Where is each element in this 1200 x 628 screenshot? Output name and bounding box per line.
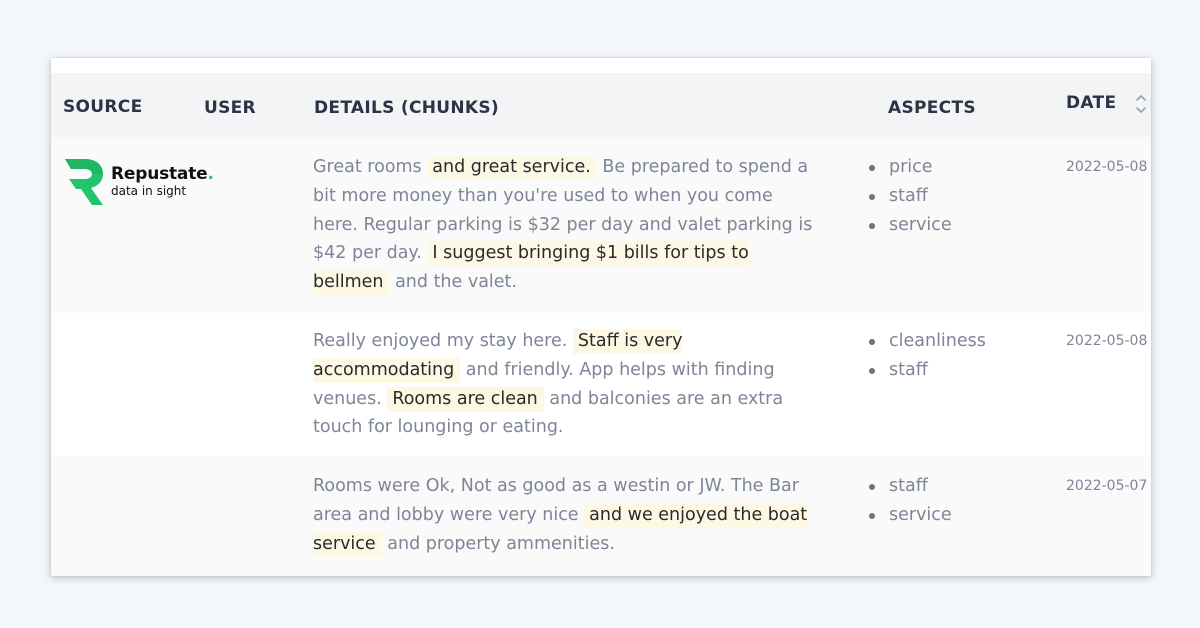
- aspect-item: service: [868, 211, 952, 240]
- review-details: Really enjoyed my stay here. Staff is ve…: [313, 327, 823, 442]
- aspect-item: price: [868, 153, 952, 182]
- table-header: SOURCE USER DETAILS (CHUNKS) ASPECTS DAT…: [51, 73, 1151, 137]
- table-row[interactable]: Rooms were Ok, Not as good as a westin o…: [51, 456, 1151, 576]
- aspect-item: staff: [868, 356, 986, 385]
- aspect-item: staff: [868, 182, 952, 211]
- review-details: Rooms were Ok, Not as good as a westin o…: [313, 472, 823, 558]
- aspects-list: price staff service: [868, 153, 952, 239]
- aspect-item: staff: [868, 472, 952, 501]
- source-logo-repustate: Repustate. data in sight: [63, 157, 214, 207]
- highlighted-chunk[interactable]: Rooms are clean: [387, 386, 544, 412]
- table-row[interactable]: Really enjoyed my stay here. Staff is ve…: [51, 313, 1151, 456]
- text-segment: and the valet.: [389, 272, 517, 293]
- logo-tagline: data in sight: [111, 183, 187, 198]
- repustate-logo-icon: [65, 159, 103, 205]
- review-details: Great rooms and great service. Be prepar…: [313, 153, 823, 297]
- column-header-date[interactable]: DATE: [1066, 93, 1116, 113]
- highlighted-chunk[interactable]: and great service.: [427, 155, 597, 180]
- aspect-item: service: [868, 501, 952, 530]
- reviews-table-card: SOURCE USER DETAILS (CHUNKS) ASPECTS DAT…: [51, 58, 1151, 576]
- text-segment: Really enjoyed my stay here.: [313, 331, 573, 351]
- sort-up-down-icon[interactable]: [1134, 91, 1148, 117]
- aspect-item: cleanliness: [868, 327, 986, 356]
- logo-name: Repustate.: [111, 163, 214, 184]
- card-top-spacer: [51, 58, 1151, 73]
- table-row[interactable]: Repustate. data in sight Great rooms and…: [51, 137, 1151, 313]
- review-date: 2022-05-07: [1066, 478, 1148, 494]
- column-header-user[interactable]: USER: [204, 98, 256, 118]
- text-segment: Great rooms: [313, 157, 428, 177]
- review-date: 2022-05-08: [1066, 333, 1148, 349]
- review-date: 2022-05-08: [1066, 159, 1148, 175]
- aspects-list: staff service: [868, 472, 952, 530]
- text-segment: and property ammenities.: [381, 533, 615, 554]
- aspects-list: cleanliness staff: [868, 327, 986, 385]
- column-header-details[interactable]: DETAILS (CHUNKS): [314, 98, 499, 118]
- column-header-aspects[interactable]: ASPECTS: [888, 98, 976, 118]
- column-header-source[interactable]: SOURCE: [63, 97, 142, 117]
